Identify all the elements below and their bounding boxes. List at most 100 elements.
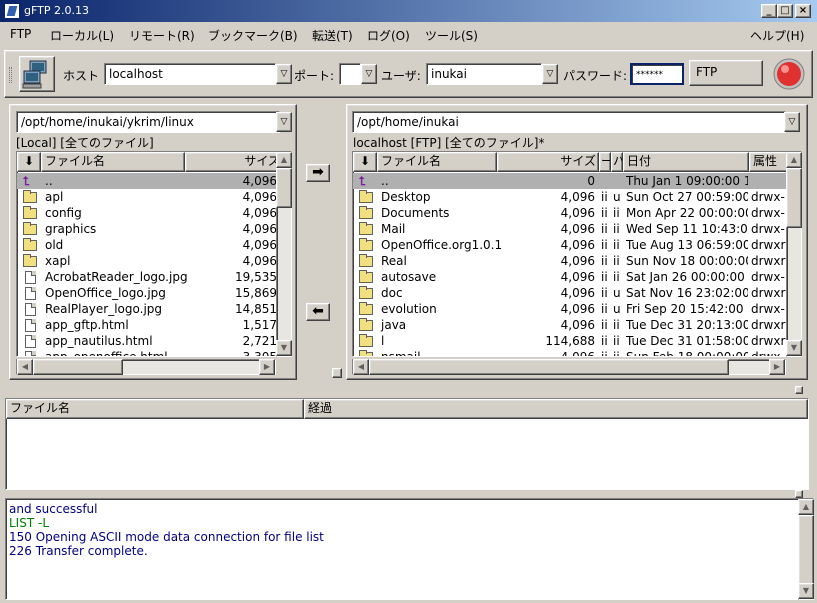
log-panel[interactable]: and successful LIST -L 150 Opening ASCII… xyxy=(5,498,800,600)
remote-vscrollbar[interactable]: ▲ ▼ xyxy=(786,151,802,357)
file-size: 4,096 xyxy=(560,190,595,204)
table-row[interactable]: AcrobatReader_logo.jpg 19,535 xyxy=(17,269,281,285)
remote-attr-header[interactable]: 属性 xyxy=(749,152,787,172)
table-row[interactable]: Documents 4,096 ii ii Mon Apr 22 00:00:00 drw… xyxy=(353,205,787,221)
menu-help[interactable]: ヘルプ(H) xyxy=(750,27,804,44)
stop-button[interactable] xyxy=(771,56,807,92)
table-row[interactable]: Mail 4,096 ii ii Wed Sep 11 10:43:00 drwx- xyxy=(353,221,787,237)
remote-vscroll-thumb[interactable] xyxy=(786,168,802,228)
table-row[interactable]: Real 4,096 ii ii Sun Nov 18 00:00:00 drwxr xyxy=(353,253,787,269)
scroll-right-icon[interactable]: ▶ xyxy=(769,359,785,375)
local-sort-header[interactable]: ⬇ xyxy=(17,152,41,172)
local-vscrollbar[interactable]: ▲ ▼ xyxy=(276,151,292,357)
maximize-button[interactable]: □ xyxy=(777,4,793,18)
log-vscroll-thumb[interactable] xyxy=(798,515,814,585)
title-bar[interactable]: gFTP 2.0.13 _ □ × xyxy=(0,0,817,22)
minimize-button[interactable]: _ xyxy=(761,4,777,18)
table-row[interactable]: OpenOffice.org1.0.1 4,096 ii ii Tue Aug 13 0… xyxy=(353,237,787,253)
table-row[interactable]: RealPlayer_logo.jpg 14,851 xyxy=(17,301,281,317)
port-input[interactable] xyxy=(339,63,361,85)
file-user: ii xyxy=(601,270,608,284)
splitter-handle-top[interactable] xyxy=(795,386,803,394)
host-dropdown-button[interactable]: ▽ xyxy=(276,64,292,84)
log-vscrollbar[interactable]: ▲ ▼ xyxy=(798,498,814,600)
pane-resize-handle[interactable] xyxy=(332,368,342,378)
table-row[interactable]: doc 4,096 ii u Sat Nov 16 23:02:00 drwxr xyxy=(353,285,787,301)
local-hscrollbar[interactable]: ◀ ▶ xyxy=(16,359,276,375)
menu-transfer[interactable]: 転送(T) xyxy=(312,27,353,44)
port-dropdown-button[interactable]: ▽ xyxy=(361,64,377,84)
scroll-down-icon[interactable]: ▼ xyxy=(798,583,814,599)
table-row[interactable]: Desktop 4,096 ii u Sun Oct 27 00:59:00 drwx- xyxy=(353,189,787,205)
table-row[interactable]: app_gftp.html 1,517 xyxy=(17,317,281,333)
transfer-file-header[interactable]: ファイル名 xyxy=(6,399,304,419)
connect-button[interactable] xyxy=(19,56,55,92)
local-path-input[interactable]: /opt/home/inukai/ykrim/linux xyxy=(16,111,280,133)
remote-date-header[interactable]: 日付 xyxy=(623,152,749,172)
local-vscroll-thumb[interactable] xyxy=(276,168,292,208)
table-row[interactable]: old 4,096 xyxy=(17,237,281,253)
close-button[interactable]: × xyxy=(795,4,811,18)
local-file-list[interactable]: ⬇ ファイル名 サイズ ⮤.. 4,096 apl 4,096 config 4,096 g… xyxy=(16,151,282,357)
local-name-header[interactable]: ファイル名 xyxy=(41,152,185,172)
remote-group-header[interactable]: ハ xyxy=(611,152,623,172)
transfer-progress-header[interactable]: 経過 xyxy=(304,399,808,419)
download-arrow-button[interactable]: ⬅ xyxy=(306,303,330,321)
local-hscroll-thumb[interactable] xyxy=(33,359,123,375)
upload-arrow-button[interactable]: ➡ xyxy=(306,164,330,182)
remote-user-header[interactable]: ー xyxy=(599,152,611,172)
table-row[interactable]: l 114,688 ii ii Tue Dec 31 01:58:00 drwxr xyxy=(353,333,787,349)
splitter-handle-bottom[interactable] xyxy=(795,490,803,498)
remote-file-list[interactable]: ⬇ ファイル名 サイズ ー ハ 日付 属性 ⮤.. 0 Thu Jan 1 09:0… xyxy=(352,151,788,357)
scroll-down-icon[interactable]: ▼ xyxy=(276,340,292,356)
table-row[interactable]: evolution 4,096 ii u Fri Sep 20 15:42:00 2 dr… xyxy=(353,301,787,317)
remote-hscrollbar[interactable]: ◀ ▶ xyxy=(352,359,786,375)
remote-path-dropdown[interactable]: ▽ xyxy=(784,112,800,132)
scroll-up-icon[interactable]: ▲ xyxy=(276,152,292,168)
file-date: Sun Nov 18 00:00:00 xyxy=(626,254,748,268)
menu-remote[interactable]: リモート(R) xyxy=(129,27,195,44)
user-input[interactable]: inukai xyxy=(426,63,542,85)
scroll-left-icon[interactable]: ◀ xyxy=(353,359,369,375)
menu-local[interactable]: ローカル(L) xyxy=(50,27,114,44)
file-name: old xyxy=(45,238,64,252)
table-row[interactable]: ⮤.. 4,096 xyxy=(17,173,281,189)
remote-sort-header[interactable]: ⬇ xyxy=(353,152,377,172)
scroll-up-icon[interactable]: ▲ xyxy=(798,499,814,515)
scroll-down-icon[interactable]: ▼ xyxy=(786,340,802,356)
table-row[interactable]: nsmail 4,096 ii ii Sun Feb 18 00:00:00 drwx- xyxy=(353,349,787,356)
user-dropdown-button[interactable]: ▽ xyxy=(542,64,558,84)
menu-ftp[interactable]: FTP xyxy=(10,27,31,41)
remote-hscroll-thumb[interactable] xyxy=(369,359,729,375)
remote-path-input[interactable]: /opt/home/inukai xyxy=(352,111,786,133)
host-input[interactable]: localhost xyxy=(104,63,276,85)
table-row[interactable]: app_openoffice.html 3,305 xyxy=(17,349,281,356)
table-row[interactable]: xapl 4,096 xyxy=(17,253,281,269)
file-name: evolution xyxy=(381,302,437,316)
protocol-select[interactable]: FTP xyxy=(689,60,763,86)
scroll-right-icon[interactable]: ▶ xyxy=(259,359,275,375)
scroll-left-icon[interactable]: ◀ xyxy=(17,359,33,375)
table-row[interactable]: ⮤.. 0 Thu Jan 1 09:00:00 1970 xyxy=(353,173,787,189)
password-input[interactable]: ****** xyxy=(630,63,684,85)
table-row[interactable]: app_nautilus.html 2,721 xyxy=(17,333,281,349)
local-path-dropdown[interactable]: ▽ xyxy=(276,112,292,132)
menu-tools[interactable]: ツール(S) xyxy=(425,27,478,44)
remote-pane: /opt/home/inukai ▽ localhost [FTP] [全てのフ… xyxy=(346,104,808,380)
remote-name-header[interactable]: ファイル名 xyxy=(377,152,497,172)
stop-light-icon xyxy=(773,58,805,90)
menu-log[interactable]: ログ(O) xyxy=(367,27,410,44)
table-row[interactable]: apl 4,096 xyxy=(17,189,281,205)
remote-size-header[interactable]: サイズ xyxy=(497,152,599,172)
table-row[interactable]: graphics 4,096 xyxy=(17,221,281,237)
toolbar-grip[interactable] xyxy=(9,67,12,83)
table-row[interactable]: java 4,096 ii ii Tue Dec 31 20:13:00 drwxr xyxy=(353,317,787,333)
local-size-header[interactable]: サイズ xyxy=(185,152,281,172)
table-row[interactable]: OpenOffice_logo.jpg 15,869 xyxy=(17,285,281,301)
transfer-queue[interactable]: ファイル名 経過 xyxy=(5,398,809,490)
file-group: ii xyxy=(613,222,620,236)
table-row[interactable]: config 4,096 xyxy=(17,205,281,221)
menu-bookmarks[interactable]: ブックマーク(B) xyxy=(208,27,298,44)
scroll-up-icon[interactable]: ▲ xyxy=(786,152,802,168)
table-row[interactable]: autosave 4,096 ii ii Sat Jan 26 00:00:00 2 dr… xyxy=(353,269,787,285)
